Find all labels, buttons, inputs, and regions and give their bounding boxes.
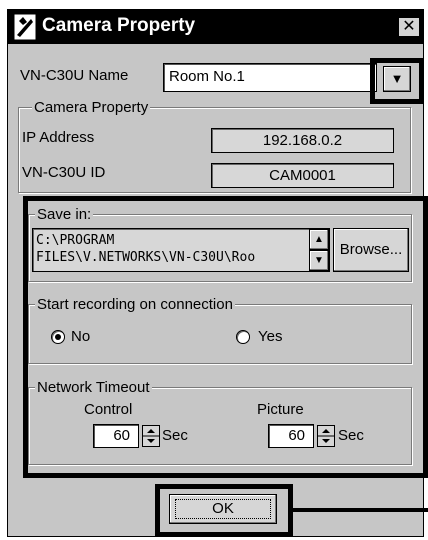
camera-app-icon (13, 13, 37, 41)
radio-no-label[interactable]: No (71, 328, 90, 345)
camera-property-legend: Camera Property (32, 99, 151, 116)
radio-selected-dot (55, 334, 61, 340)
name-label: VN-C30U Name (20, 67, 129, 84)
camera-name-value: Room No.1 (169, 68, 245, 85)
close-button[interactable]: ✕ (398, 17, 420, 37)
save-in-legend: Save in: (35, 206, 94, 223)
browse-button[interactable]: Browse... (333, 228, 409, 272)
control-spinner[interactable] (142, 425, 160, 447)
chevron-down-icon: ▼ (390, 71, 404, 86)
camera-name-combobox[interactable]: Room No.1 (163, 63, 377, 92)
ip-address-value: 192.168.0.2 (211, 128, 394, 153)
picture-label: Picture (257, 401, 304, 418)
camera-id-value: CAM0001 (211, 163, 394, 188)
control-unit-label: Sec (162, 427, 188, 444)
path-scroll-up-button[interactable]: ▲ (309, 229, 329, 250)
radio-yes-label[interactable]: Yes (258, 328, 282, 345)
camera-id-label: VN-C30U ID (22, 164, 106, 181)
path-scroll-down-button[interactable]: ▼ (309, 250, 329, 271)
start-recording-legend: Start recording on connection (35, 296, 235, 313)
focus-ring (175, 499, 271, 519)
radio-no[interactable] (51, 330, 65, 344)
ip-address-label: IP Address (22, 129, 95, 146)
save-path-line-1: C:\PROGRAM (36, 233, 115, 248)
control-label: Control (84, 401, 133, 418)
ok-button[interactable]: OK (169, 494, 277, 524)
picture-timeout-input[interactable]: 60 (268, 424, 314, 448)
picture-spinner[interactable] (317, 425, 335, 447)
chevron-down-icon: ▼ (314, 255, 324, 266)
name-dropdown-button[interactable]: ▼ (383, 66, 411, 92)
save-path-line-2: FILES\V.NETWORKS\VN-C30U\Roo (36, 250, 256, 265)
network-timeout-group (28, 387, 412, 465)
network-timeout-legend: Network Timeout (35, 379, 152, 396)
window-title: Camera Property (42, 15, 196, 36)
callout-line (293, 508, 428, 512)
picture-unit-label: Sec (338, 427, 364, 444)
chevron-up-icon: ▲ (314, 234, 324, 245)
close-icon: ✕ (402, 18, 416, 35)
control-timeout-input[interactable]: 60 (93, 424, 139, 448)
radio-yes[interactable] (236, 330, 250, 344)
save-path-field[interactable]: C:\PROGRAM FILES\V.NETWORKS\VN-C30U\Roo (32, 228, 330, 272)
